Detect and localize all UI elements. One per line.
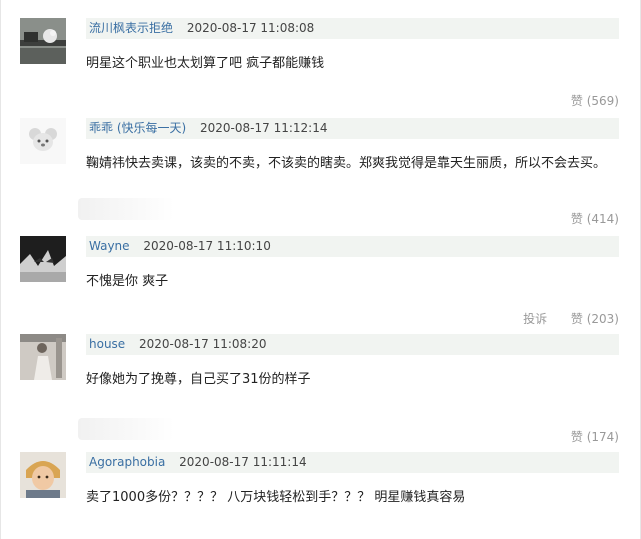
- left-border: [0, 0, 1, 539]
- like-button[interactable]: 赞 (569): [571, 94, 619, 108]
- avatar[interactable]: [20, 118, 66, 164]
- comment-meta: 乖乖 (快乐每一天) 2020-08-17 11:12:14: [86, 118, 619, 139]
- username-link[interactable]: 乖乖 (快乐每一天): [89, 121, 186, 135]
- avatar[interactable]: [20, 334, 66, 380]
- avatar[interactable]: [20, 452, 66, 498]
- comment-meta: Wayne 2020-08-17 11:10:10: [86, 236, 619, 257]
- comment-text: 好像她为了挽尊，自己买了31份的样子: [86, 372, 311, 387]
- comment-item: 流川枫表示拒绝 2020-08-17 11:08:08 明星这个职业也太划算了吧…: [20, 18, 623, 110]
- comment-actions: 投诉 赞 (203): [503, 310, 619, 327]
- avatar[interactable]: [20, 236, 66, 282]
- username-link[interactable]: 流川枫表示拒绝: [89, 21, 173, 35]
- blurred-region: [78, 198, 174, 220]
- timestamp: 2020-08-17 11:08:08: [186, 21, 315, 35]
- timestamp: 2020-08-17 11:11:14: [179, 455, 307, 469]
- comment-meta: house 2020-08-17 11:08:20: [86, 334, 619, 355]
- timestamp: 2020-08-17 11:10:10: [143, 239, 271, 253]
- comment-text: 明星这个职业也太划算了吧 疯子都能赚钱: [86, 56, 325, 71]
- avatar-child-image: [20, 452, 66, 498]
- like-button[interactable]: 赞 (174): [571, 430, 619, 444]
- like-button[interactable]: 赞 (414): [571, 212, 619, 226]
- avatar-bird-image: [20, 18, 66, 64]
- username-link[interactable]: house: [89, 337, 125, 351]
- avatar-koala-image: [20, 118, 66, 164]
- comment-actions: 赞 (174): [551, 428, 619, 445]
- username-link[interactable]: Wayne: [89, 239, 130, 253]
- comment-text: 不愧是你 爽子: [86, 274, 169, 289]
- comment-text: 鞠婧祎快去卖课，该卖的不卖，不该卖的瞎卖。郑爽我觉得是靠天生丽质，所以不会去买。: [86, 156, 607, 171]
- report-button[interactable]: 投诉: [523, 312, 547, 326]
- comment-text: 卖了1000多份？？？？ 八万块钱轻松到手？？？ 明星赚钱真容易: [86, 490, 466, 505]
- comment-actions: 赞 (569): [551, 92, 619, 109]
- timestamp: 2020-08-17 11:12:14: [200, 121, 328, 135]
- avatar-person-image: [20, 334, 66, 380]
- like-button[interactable]: 赞 (203): [571, 312, 619, 326]
- timestamp: 2020-08-17 11:08:20: [139, 337, 267, 351]
- comment-meta: 流川枫表示拒绝 2020-08-17 11:08:08: [86, 18, 619, 39]
- avatar[interactable]: [20, 18, 66, 64]
- comment-item: Wayne 2020-08-17 11:10:10 不愧是你 爽子 投诉 赞 (…: [20, 236, 623, 328]
- comment-meta: Agoraphobia 2020-08-17 11:11:14: [86, 452, 619, 473]
- blurred-region: [78, 418, 174, 440]
- comment-item: Agoraphobia 2020-08-17 11:11:14 卖了1000多份…: [20, 452, 623, 532]
- comment-actions: 赞 (414): [551, 210, 619, 227]
- username-link[interactable]: Agoraphobia: [89, 455, 165, 469]
- avatar-anime-image: [20, 236, 66, 282]
